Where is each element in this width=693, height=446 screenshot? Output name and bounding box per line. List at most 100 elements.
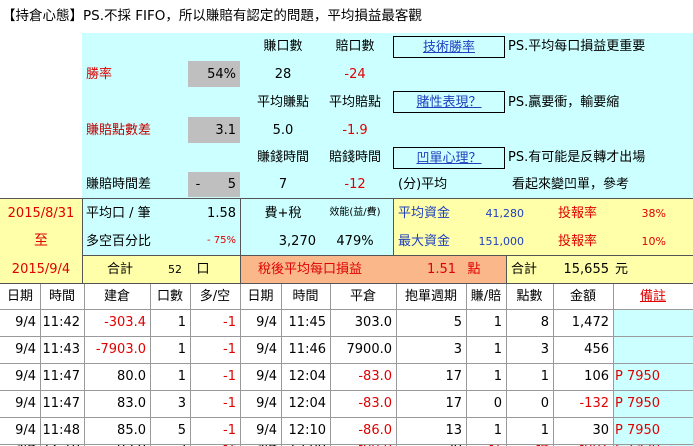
table-cell: 11:46 <box>288 342 326 357</box>
column-header: 日期 <box>6 289 33 304</box>
column-header: 金額 <box>569 289 596 304</box>
column-gridline <box>84 284 85 446</box>
column-gridline <box>40 284 41 446</box>
table-cell <box>613 336 693 363</box>
time-diff-sign: - <box>195 177 201 192</box>
table-cell: 9/4 <box>256 369 277 384</box>
avg-win-points-value: 5.0 <box>272 122 294 138</box>
table-cell: 9/4 <box>256 396 277 411</box>
column-header: 日期 <box>247 289 274 304</box>
time-diff-label: 賺賠時間差 <box>86 177 152 192</box>
table-cell: -1 <box>223 396 236 411</box>
total-lots-unit: 口 <box>196 261 210 277</box>
table-cell: 9/4 <box>256 342 277 357</box>
column-gridline <box>150 284 151 446</box>
row-gridline <box>0 444 693 445</box>
max-capital-value: 151,000 <box>478 234 525 248</box>
column-gridline <box>553 284 554 446</box>
table-cell: -83.0 <box>358 396 392 411</box>
column-header: 點數 <box>516 289 543 304</box>
loss-count-value: -24 <box>344 66 366 82</box>
table-cell: 13 <box>445 423 462 438</box>
total-lots-value: 52 <box>168 262 182 276</box>
table-cell: -132 <box>579 396 609 411</box>
column-header: 賺/賠 <box>470 289 502 304</box>
avg-loss-points-value: -1.9 <box>342 122 368 138</box>
date-to: 至 <box>34 233 48 249</box>
gamble-link[interactable]: 賭性表現？ <box>393 91 505 113</box>
total-amount-label: 合計 <box>511 261 538 277</box>
note-avg-per-lot: PS.平均每口損益更重要 <box>508 39 646 54</box>
column-gridline <box>613 284 614 446</box>
column-gridline <box>281 284 282 446</box>
total-lots-label: 合計 <box>106 261 133 277</box>
table-cell: 0 <box>540 396 549 411</box>
table-cell: 17 <box>445 369 462 384</box>
loss-count-label: 賠口數 <box>335 39 375 54</box>
after-tax-value: 1.51 <box>427 261 456 277</box>
column-header: 時間 <box>292 289 319 304</box>
total-amount-value: 15,655 <box>563 261 610 277</box>
table-cell: 0 <box>493 396 502 411</box>
column-gridline <box>330 284 331 446</box>
tech-win-rate-link[interactable]: 技術勝率 <box>393 36 505 58</box>
table-cell: 11:45 <box>288 315 326 330</box>
table-cell: 11:47 <box>42 369 80 384</box>
note-win-lose: PS.贏要衝，輸要縮 <box>508 94 620 110</box>
after-tax-label: 稅後平均每口損益 <box>258 261 363 277</box>
column-gridline <box>190 284 191 446</box>
table-cell: 1 <box>177 342 186 357</box>
column-header: 平倉 <box>349 289 376 304</box>
table-cell: P 7950 <box>615 423 661 438</box>
note-concave: 看起來變凹單，參考 <box>512 177 630 192</box>
table-cell: 17 <box>445 396 462 411</box>
table-cell: 9/4 <box>15 396 36 411</box>
row-gridline <box>0 417 693 418</box>
table-cell: 1 <box>493 315 502 330</box>
table-cell: 1 <box>177 315 186 330</box>
column-gridline <box>466 284 467 446</box>
table-cell: 303.0 <box>354 315 392 330</box>
table-cell: 3 <box>540 342 549 357</box>
table-cell: 3 <box>177 396 186 411</box>
column-header: 備註 <box>639 289 666 304</box>
roi-value-1: 38% <box>641 206 666 220</box>
loss-time-value: -12 <box>344 177 366 192</box>
table-cell: 85.0 <box>117 423 146 438</box>
table-cell: 1 <box>177 369 186 384</box>
table-cell: 12:10 <box>288 423 326 438</box>
column-header: 口數 <box>156 289 183 304</box>
date-start: 2015/8/31 <box>7 205 75 221</box>
table-cell: 7900.0 <box>346 342 393 357</box>
table-cell: 80.0 <box>117 369 146 384</box>
table-cell: 456 <box>584 342 609 357</box>
roi-label-2: 投報率 <box>558 233 598 249</box>
win-count-label: 賺口數 <box>263 39 303 54</box>
point-diff-value: 3.1 <box>188 117 240 143</box>
table-cell: 1 <box>493 369 502 384</box>
table-cell: 1 <box>493 342 502 357</box>
loss-time-label: 賠錢時間 <box>328 150 381 165</box>
table-cell: P 7950 <box>615 369 661 384</box>
column-header: 時間 <box>48 289 75 304</box>
column-header: 建倉 <box>103 289 130 304</box>
table-cell: 11:48 <box>42 423 80 438</box>
table-cell: -303.4 <box>104 315 146 330</box>
concave-link[interactable]: 凹單心理？ <box>393 147 505 169</box>
table-cell: 12:04 <box>288 396 326 411</box>
note-reversal: PS.有可能是反轉才出場 <box>508 150 646 165</box>
win-count-value: 28 <box>274 66 292 82</box>
win-time-label: 賺錢時間 <box>256 150 309 165</box>
table-cell: -86.0 <box>358 423 392 438</box>
avg-capital-value: 41,280 <box>485 206 525 220</box>
table-cell: -1 <box>223 342 236 357</box>
total-amount-unit: 元 <box>615 261 629 277</box>
table-cell: -7903.0 <box>95 342 146 357</box>
after-tax-unit: 點 <box>467 261 481 277</box>
avg-win-points-label: 平均賺點 <box>256 94 309 110</box>
avg-loss-points-label: 平均賠點 <box>328 94 381 110</box>
time-diff-value: 5 <box>227 177 236 192</box>
column-gridline <box>240 284 241 446</box>
table-cell: 11:42 <box>42 315 80 330</box>
page-title: 【持倉心態】PS.不採 FIFO，所以賺賠有認定的問題，平均損益最客觀 <box>2 7 422 24</box>
